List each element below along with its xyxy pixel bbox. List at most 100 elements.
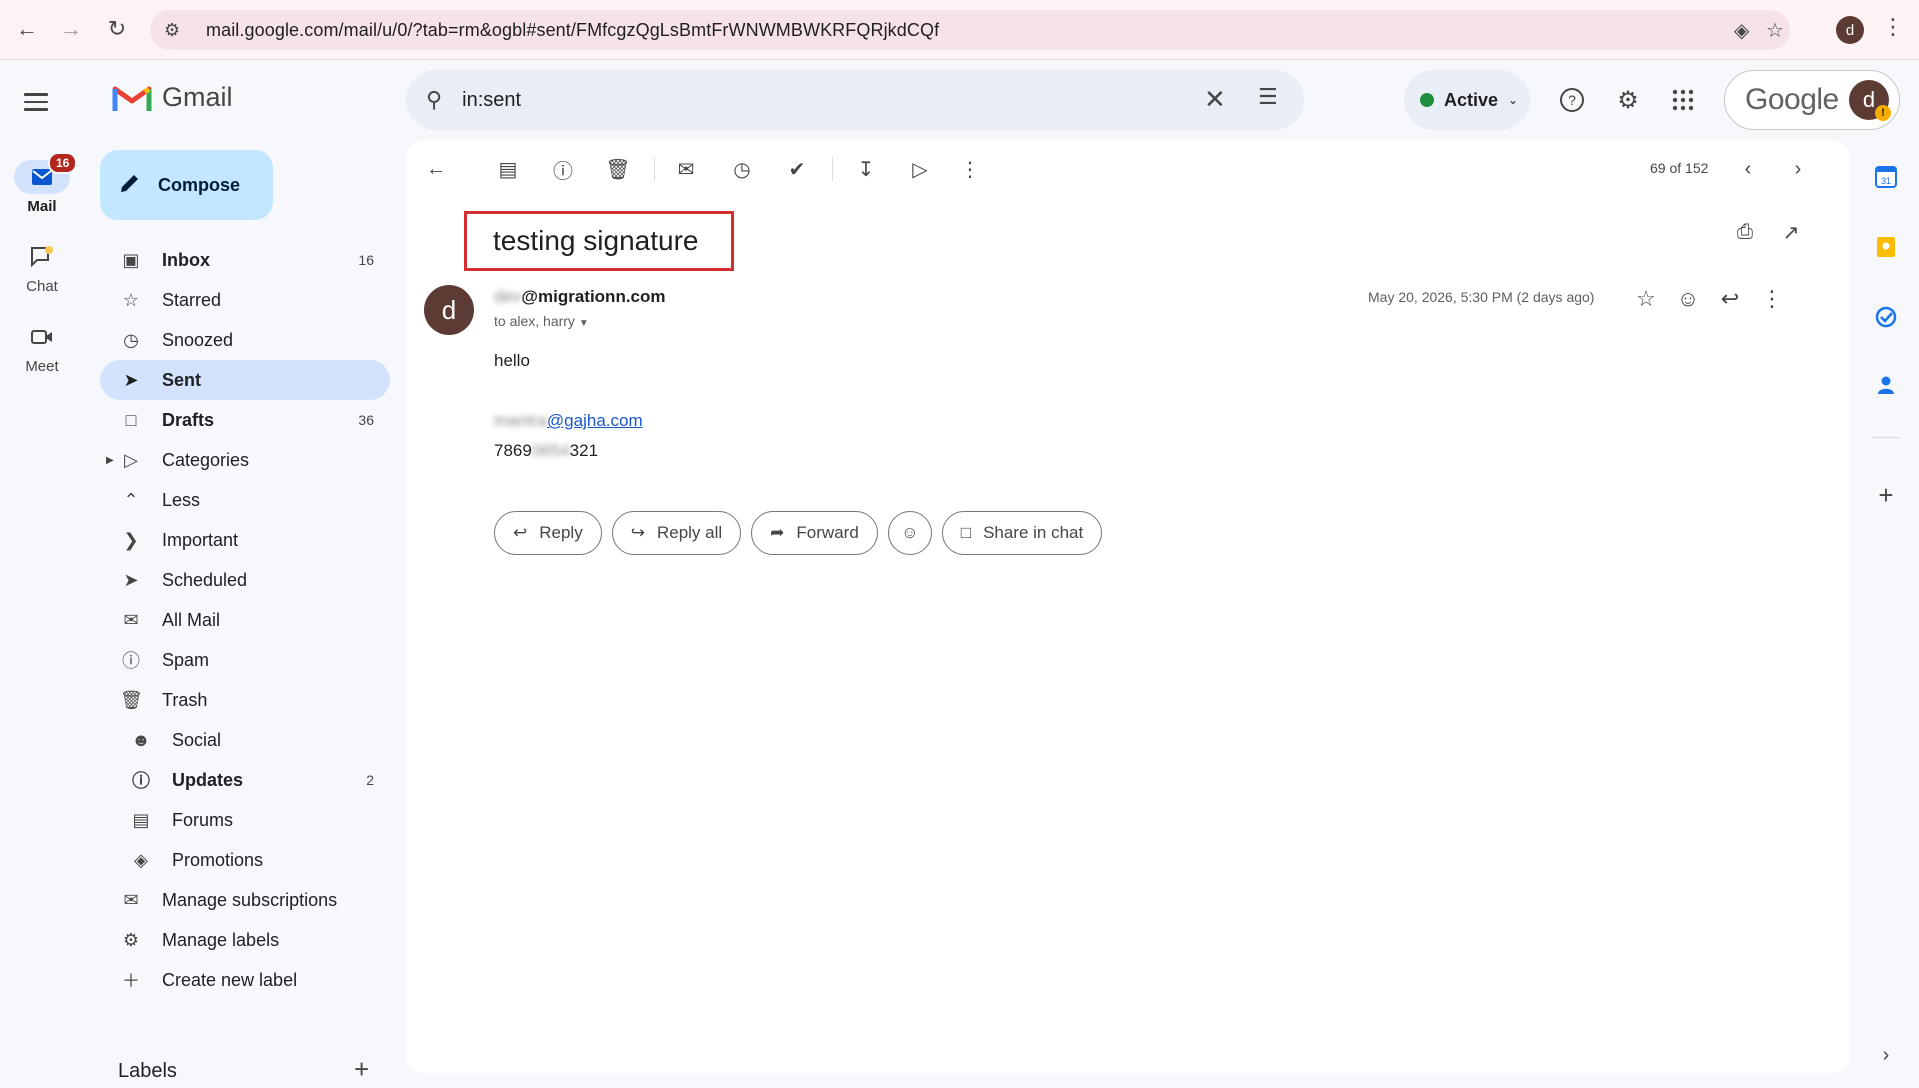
sidebar-item-updates[interactable]: ⓘ Updates 2 <box>100 760 390 800</box>
sidebar-item-categories[interactable]: ▶ ▷ Categories <box>100 440 390 480</box>
message-date: May 20, 2026, 5:30 PM (2 days ago) <box>1368 289 1595 305</box>
search-icon[interactable]: ⚲ <box>426 87 442 113</box>
people-icon: ☻ <box>131 729 151 750</box>
search-input[interactable]: in:sent <box>462 89 521 112</box>
drafts-count: 36 <box>358 412 374 428</box>
phone-redacted: 0654 <box>531 441 570 460</box>
help-icon[interactable]: ? <box>1554 82 1590 118</box>
sidebar-item-scheduled[interactable]: ➤ Scheduled <box>100 560 390 600</box>
signature-email[interactable]: mantra@gajha.com <box>494 411 643 431</box>
rail-chat[interactable]: Chat <box>0 240 84 295</box>
open-new-window-icon[interactable]: ↗ <box>1776 217 1806 247</box>
sidebar-item-create-label[interactable]: ＋ Create new label <box>100 960 390 1000</box>
sidebar-item-manage-labels[interactable]: ⚙ Manage labels <box>100 920 390 960</box>
newer-chevron-icon[interactable]: ‹ <box>1734 155 1762 183</box>
expand-panel-chevron-icon[interactable]: › <box>1872 1041 1900 1069</box>
sender-avatar[interactable]: d <box>424 285 474 335</box>
status-dot <box>1420 93 1434 107</box>
snooze-icon[interactable]: ◷ <box>728 155 756 183</box>
reply-icon[interactable]: ↩ <box>1716 285 1744 313</box>
rail-chat-label: Chat <box>26 278 58 295</box>
message-more-icon[interactable]: ⋮ <box>1758 285 1786 313</box>
star-message-icon[interactable]: ☆ <box>1632 285 1660 313</box>
share-label: Share in chat <box>983 523 1084 542</box>
sidebar-item-label: Drafts <box>162 409 215 430</box>
reply-all-button[interactable]: ↪ Reply all <box>611 511 742 555</box>
reload-icon[interactable]: ↻ <box>102 14 132 44</box>
url-text[interactable]: mail.google.com/mail/u/0/?tab=rm&ogbl#se… <box>206 20 939 41</box>
recipients-line[interactable]: to alex, harry ▼ <box>494 313 589 329</box>
sidebar-item-manage-subscriptions[interactable]: ✉ Manage subscriptions <box>100 880 390 920</box>
sidebar-item-trash[interactable]: 🗑 Trash <box>100 680 390 720</box>
older-chevron-icon[interactable]: › <box>1784 155 1812 183</box>
reply-button[interactable]: ↩ Reply <box>494 511 602 555</box>
message-toolbar: ← ▤ ⓘ 🗑 ✉ ◷ ✔ ↧ ▷ ⋮ 69 of 152 ‹ › <box>406 141 1850 197</box>
sidebar-item-less[interactable]: ⌃ Less <box>100 480 390 520</box>
keep-icon[interactable] <box>1872 233 1900 261</box>
sidebar-item-all-mail[interactable]: ✉ All Mail <box>100 600 390 640</box>
sidebar-item-snoozed[interactable]: ◷ Snoozed <box>100 320 390 360</box>
rail-meet[interactable]: Meet <box>0 320 84 375</box>
gmail-logo[interactable]: Gmail <box>112 82 233 113</box>
apps-grid-icon[interactable] <box>1665 82 1701 118</box>
contacts-icon[interactable] <box>1872 371 1900 399</box>
search-bar[interactable]: ⚲ in:sent ✕ ☰ <box>406 70 1304 130</box>
clear-search-icon[interactable]: ✕ <box>1204 84 1226 115</box>
compose-button[interactable]: Compose <box>100 150 273 220</box>
move-to-icon[interactable]: ↧ <box>852 155 880 183</box>
add-task-icon[interactable]: ✔ <box>783 155 811 183</box>
chevron-down-icon: ⌄ <box>1508 93 1519 107</box>
sidebar-item-sent[interactable]: ➤ Sent <box>100 360 390 400</box>
browser-profile-avatar[interactable]: d <box>1836 16 1864 44</box>
sidebar-item-social[interactable]: ☻ Social <box>100 720 390 760</box>
sidebar-item-forums[interactable]: ▤ Forums <box>100 800 390 840</box>
search-options-icon[interactable]: ☰ <box>1258 84 1278 110</box>
share-in-chat-button[interactable]: □ Share in chat <box>941 511 1103 555</box>
forward-arrow-icon[interactable]: → <box>56 14 86 44</box>
sidebar-item-important[interactable]: ❯ Important <box>100 520 390 560</box>
google-account-button[interactable]: Google d ! <box>1724 70 1900 130</box>
expand-caret-icon[interactable]: ▶ <box>106 455 114 466</box>
tasks-icon[interactable] <box>1872 303 1900 331</box>
signature-email-link[interactable]: mantra@gajha.com <box>494 411 643 430</box>
phone-start: 7869 <box>494 441 532 460</box>
address-bar[interactable]: ⚙ mail.google.com/mail/u/0/?tab=rm&ogbl#… <box>150 10 1790 50</box>
details-caret-icon[interactable]: ▼ <box>579 318 589 329</box>
signature-phone: 78690654321 <box>494 441 598 461</box>
report-spam-icon[interactable]: ⓘ <box>549 155 577 183</box>
sidebar-item-promotions[interactable]: ◈ Promotions <box>100 840 390 880</box>
sidebar-item-label: Spam <box>162 649 210 670</box>
labels-heading: Labels <box>118 1060 177 1082</box>
lens-icon[interactable]: ◈ <box>1734 18 1749 43</box>
print-icon[interactable]: ⎙ <box>1730 217 1760 247</box>
browser-menu-icon[interactable]: ⋮ <box>1882 14 1904 40</box>
rail-mail[interactable]: 16 Mail <box>0 152 84 215</box>
sidebar-item-inbox[interactable]: ▣ Inbox 16 <box>100 240 390 280</box>
more-vert-icon[interactable]: ⋮ <box>956 155 984 183</box>
message-view: ← ▤ ⓘ 🗑 ✉ ◷ ✔ ↧ ▷ ⋮ 69 of 152 ‹ › testin… <box>406 141 1850 1073</box>
add-label-plus-icon[interactable]: + <box>354 1054 369 1085</box>
back-to-list-icon[interactable]: ← <box>422 155 450 183</box>
delete-icon[interactable]: 🗑 <box>604 155 632 183</box>
get-addons-plus-icon[interactable]: + <box>1872 480 1900 510</box>
back-arrow-icon[interactable]: ← <box>12 14 42 44</box>
emoji-button[interactable]: ☺ <box>887 511 932 555</box>
status-dropdown[interactable]: Active ⌄ <box>1404 70 1530 130</box>
settings-gear-icon[interactable]: ⚙ <box>1610 82 1646 118</box>
sender-address[interactable]: dev@migrationn.com <box>494 287 666 307</box>
site-settings-icon[interactable]: ⚙ <box>164 20 192 41</box>
sidebar-item-drafts[interactable]: □ Drafts 36 <box>100 400 390 440</box>
bookmark-star-icon[interactable]: ☆ <box>1766 18 1784 43</box>
sidebar-item-spam[interactable]: ⓘ Spam <box>100 640 390 680</box>
forward-button[interactable]: ➦ Forward <box>751 511 878 555</box>
archive-icon[interactable]: ▤ <box>494 155 522 183</box>
calendar-icon[interactable]: 31 <box>1872 163 1900 191</box>
mark-unread-icon[interactable]: ✉ <box>672 155 700 183</box>
emoji-react-icon[interactable]: ☺ <box>1674 285 1702 313</box>
main-menu-icon[interactable] <box>24 84 60 120</box>
reply-actions: ↩ Reply ↪ Reply all ➦ Forward ☺ □ Share … <box>494 511 1103 555</box>
sidebar-item-label: Trash <box>162 689 208 710</box>
label-icon[interactable]: ▷ <box>906 155 934 183</box>
sidebar-item-starred[interactable]: ☆ Starred <box>100 280 390 320</box>
sidebar-item-label: All Mail <box>162 609 221 630</box>
